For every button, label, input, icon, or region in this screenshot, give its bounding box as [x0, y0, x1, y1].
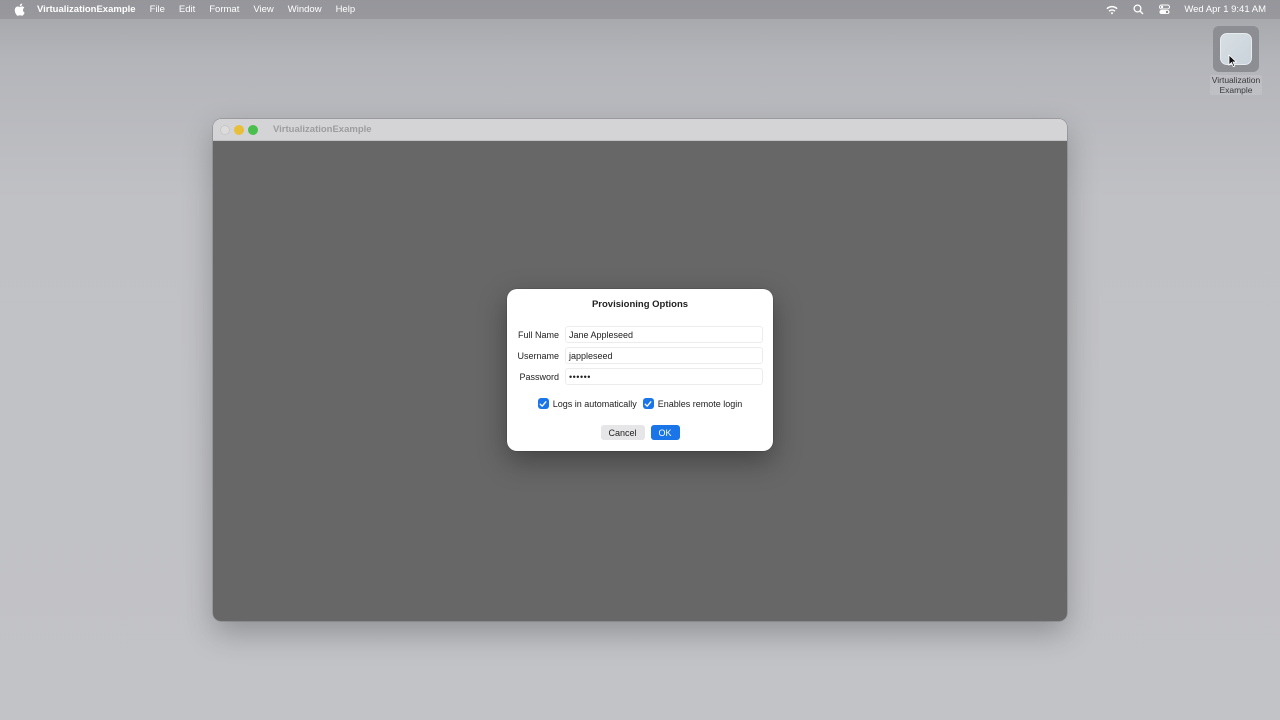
window-minimize-button[interactable]: [234, 124, 244, 135]
provisioning-dialog: Provisioning Options Full Name Jane Appl…: [507, 289, 773, 451]
dialog-buttons: Cancel OK: [507, 425, 773, 440]
password-field[interactable]: ••••••: [565, 368, 763, 385]
search-icon[interactable]: [1132, 4, 1144, 16]
menu-format[interactable]: Format: [209, 4, 239, 15]
cancel-button[interactable]: Cancel: [600, 425, 645, 440]
username-label: Username: [517, 350, 559, 361]
remote-login-label: Enables remote login: [657, 398, 743, 409]
username-field[interactable]: jappleseed: [565, 347, 763, 364]
window-zoom-button[interactable]: [248, 124, 258, 135]
remote-login-checkbox[interactable]: [642, 398, 654, 409]
password-row: Password ••••••: [507, 368, 773, 385]
ok-button[interactable]: OK: [650, 425, 680, 440]
apple-icon[interactable]: [12, 3, 26, 17]
desktop-icon-label: Virtualization Example: [1209, 75, 1263, 95]
wifi-icon[interactable]: [1106, 4, 1118, 16]
full-name-label: Full Name: [517, 329, 559, 340]
auto-login-label: Logs in automatically: [552, 398, 637, 409]
menu-file[interactable]: File: [150, 4, 165, 15]
window-title: VirtualizationExample: [273, 124, 372, 135]
auto-login-option[interactable]: Logs in automatically: [537, 398, 637, 409]
menu-view[interactable]: View: [253, 4, 273, 15]
password-label: Password: [519, 371, 559, 382]
menu-help[interactable]: Help: [336, 4, 356, 15]
window-titlebar[interactable]: VirtualizationExample: [213, 119, 1067, 141]
username-row: Username jappleseed: [507, 347, 773, 364]
mouse-cursor-icon: [1228, 54, 1238, 68]
dialog-title: Provisioning Options: [591, 299, 689, 310]
control-center-icon[interactable]: [1158, 4, 1170, 16]
auto-login-checkbox[interactable]: [537, 398, 549, 409]
options-checkboxes: Logs in automatically Enables remote log…: [507, 398, 773, 409]
menu-window[interactable]: Window: [288, 4, 322, 15]
menu-bar: VirtualizationExample File Edit Format V…: [0, 0, 1280, 19]
menu-app-name[interactable]: VirtualizationExample: [37, 4, 136, 15]
full-name-row: Full Name Jane Appleseed: [507, 326, 773, 343]
window-close-button[interactable]: [220, 124, 230, 135]
menu-clock[interactable]: Wed Apr 1 9:41 AM: [1184, 4, 1266, 15]
full-name-field[interactable]: Jane Appleseed: [565, 326, 763, 343]
remote-login-option[interactable]: Enables remote login: [642, 398, 743, 409]
menu-edit[interactable]: Edit: [179, 4, 195, 15]
